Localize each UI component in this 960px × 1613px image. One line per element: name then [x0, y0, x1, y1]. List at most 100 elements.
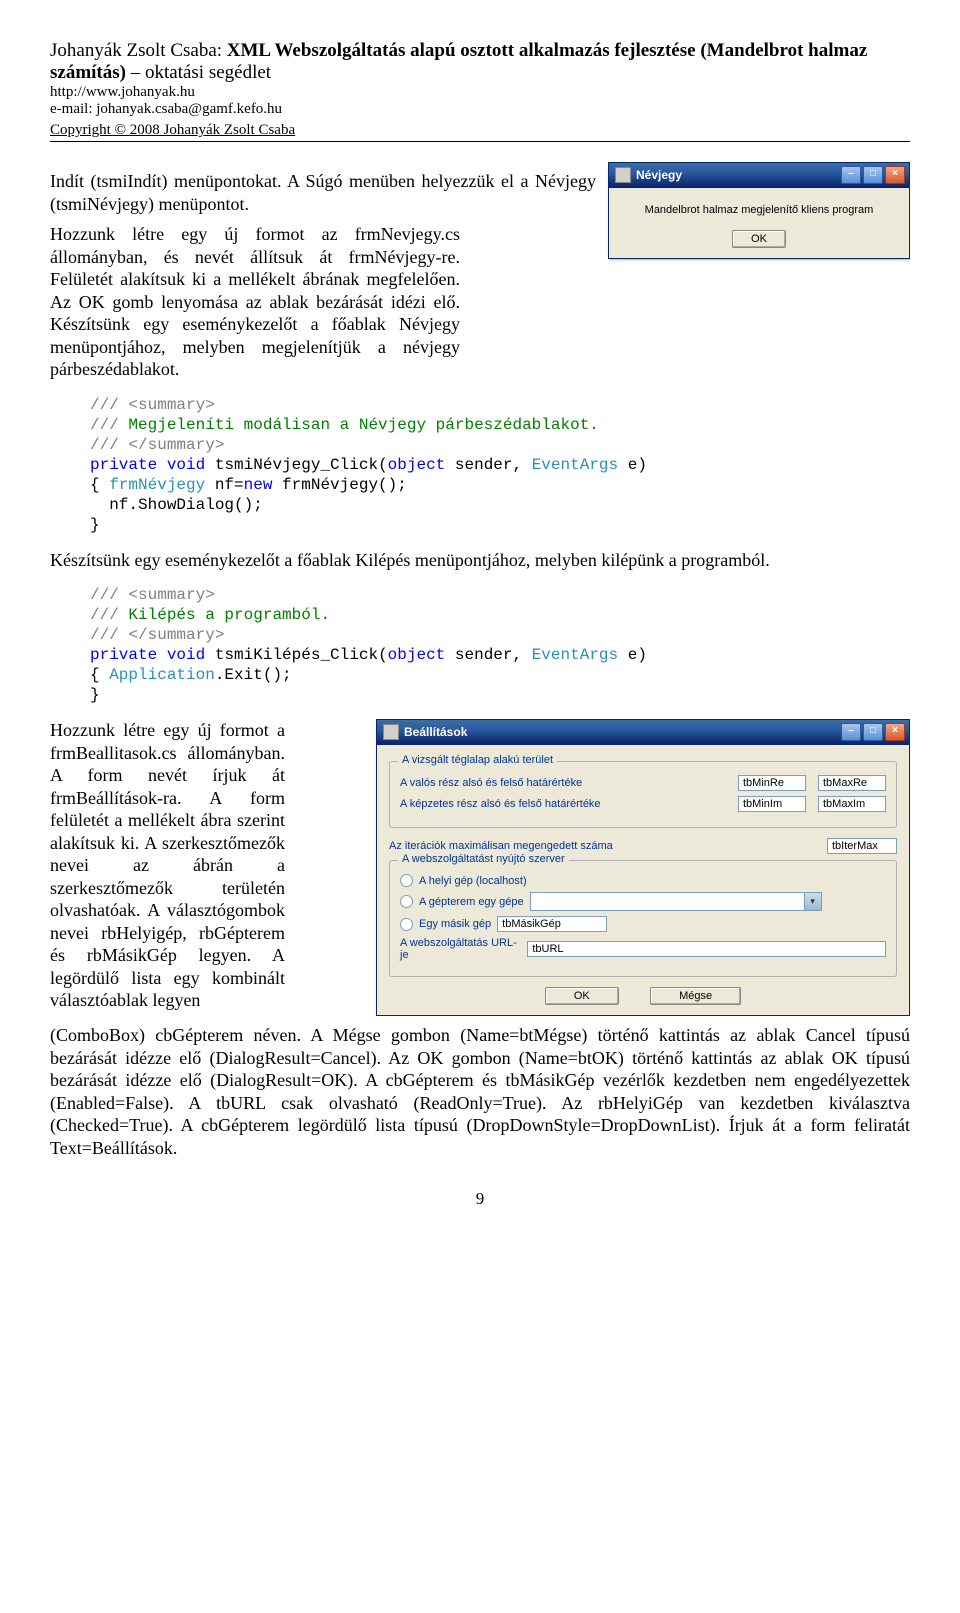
- maximize-icon[interactable]: □: [863, 166, 883, 184]
- type: EventArgs: [532, 646, 618, 664]
- cancel-button[interactable]: Mégse: [650, 987, 741, 1005]
- code-block-2: /// <summary> /// Kilépés a programból. …: [90, 585, 910, 705]
- radio-icon[interactable]: [400, 874, 413, 887]
- group-title: A vizsgált téglalap alakú terület: [398, 754, 557, 766]
- cbgepterem-combo[interactable]: ▾: [530, 892, 822, 911]
- tburl-input[interactable]: [527, 941, 886, 957]
- radio-label: A helyi gép (localhost): [419, 875, 527, 887]
- code-comment: /// <summary>: [90, 396, 215, 414]
- tbitermax-input[interactable]: [827, 838, 897, 854]
- title-line: Johanyák Zsolt Csaba: XML Webszolgáltatá…: [50, 40, 910, 84]
- tbmasikgep-input[interactable]: [497, 916, 607, 932]
- author-name: Johanyák Zsolt Csaba:: [50, 40, 227, 61]
- nevjegy-window: Névjegy – □ × Mandelbrot halmaz megjelen…: [608, 162, 910, 259]
- tbminre-input[interactable]: [738, 775, 806, 791]
- rb-localhost[interactable]: A helyi gép (localhost): [400, 874, 886, 887]
- section-nevjegy: Névjegy – □ × Mandelbrot halmaz megjelen…: [50, 162, 910, 381]
- kw: void: [167, 456, 205, 474]
- para-3a: Hozzunk létre egy új formot a frmBeallit…: [50, 719, 285, 1012]
- rb-gepterem[interactable]: A gépterem egy gépe ▾: [400, 892, 886, 911]
- kw: private: [90, 456, 157, 474]
- code-text: nf=: [205, 476, 243, 494]
- header-url: http://www.johanyak.hu: [50, 84, 910, 101]
- code-text: e): [618, 646, 647, 664]
- para-2: Készítsünk egy eseménykezelőt a főablak …: [50, 549, 910, 572]
- app-icon: [615, 167, 631, 183]
- minimize-icon[interactable]: –: [841, 166, 861, 184]
- code-text: nf.ShowDialog();: [90, 496, 263, 514]
- code-text: frmNévjegy();: [272, 476, 406, 494]
- button-row: OK Mégse: [389, 987, 897, 1005]
- radio-label: Egy másik gép: [419, 918, 491, 930]
- label: A képzetes rész alsó és felső határérték…: [400, 798, 732, 810]
- code-text: e): [618, 456, 647, 474]
- code-text: tsmiKilépés_Click(: [205, 646, 387, 664]
- code-text: {: [90, 666, 109, 684]
- code-comment: Megjeleníti modálisan a Névjegy párbeszé…: [119, 416, 599, 434]
- code-text: sender,: [445, 646, 531, 664]
- radio-icon[interactable]: [400, 918, 413, 931]
- tbmaxim-input[interactable]: [818, 796, 886, 812]
- maximize-icon[interactable]: □: [863, 723, 883, 741]
- close-icon[interactable]: ×: [885, 166, 905, 184]
- nevjegy-body: Mandelbrot halmaz megjelenítő kliens pro…: [609, 188, 909, 258]
- kw: private: [90, 646, 157, 664]
- type: Application: [109, 666, 215, 684]
- code-text: .Exit();: [215, 666, 292, 684]
- code-text: sender,: [445, 456, 531, 474]
- code-text: }: [90, 516, 100, 534]
- row-real: A valós rész alsó és felső határértéke: [400, 775, 886, 791]
- code-block-1: /// <summary> /// Megjeleníti modálisan …: [90, 395, 910, 535]
- type: frmNévjegy: [109, 476, 205, 494]
- para-3b: (ComboBox) cbGépterem néven. A Mégse gom…: [50, 1024, 910, 1159]
- code-comment: ///: [90, 416, 119, 434]
- kw: void: [167, 646, 205, 664]
- page-number: 9: [50, 1189, 910, 1209]
- title-rest: – oktatási segédlet: [131, 62, 271, 83]
- ok-button[interactable]: OK: [545, 987, 619, 1005]
- header-copyright: Copyright © 2008 Johanyák Zsolt Csaba: [50, 122, 910, 142]
- code-text: tsmiNévjegy_Click(: [205, 456, 387, 474]
- ok-button[interactable]: OK: [732, 230, 786, 248]
- code-text: }: [90, 686, 100, 704]
- row-itermax: Az iterációk maximálisan megengedett szá…: [389, 838, 897, 854]
- group-teglalap: A vizsgált téglalap alakú terület A való…: [389, 761, 897, 828]
- type: EventArgs: [532, 456, 618, 474]
- nevjegy-titlebar[interactable]: Névjegy – □ ×: [609, 163, 909, 188]
- row-imag: A képzetes rész alsó és felső határérték…: [400, 796, 886, 812]
- code-comment: /// </summary>: [90, 626, 224, 644]
- group-szerver: A webszolgáltatást nyújtó szerver A hely…: [389, 860, 897, 977]
- label: A valós rész alsó és felső határértéke: [400, 777, 732, 789]
- beallitasok-body: A vizsgált téglalap alakú terület A való…: [377, 745, 909, 1015]
- code-comment: ///: [90, 606, 119, 624]
- row-url: A webszolgáltatás URL-je: [400, 937, 886, 961]
- minimize-icon[interactable]: –: [841, 723, 861, 741]
- code-comment: /// <summary>: [90, 586, 215, 604]
- code-comment: Kilépés a programból.: [119, 606, 330, 624]
- tbminim-input[interactable]: [738, 796, 806, 812]
- radio-icon[interactable]: [400, 895, 413, 908]
- document-header: Johanyák Zsolt Csaba: XML Webszolgáltatá…: [50, 40, 910, 142]
- tbmaxre-input[interactable]: [818, 775, 886, 791]
- code-text: {: [90, 476, 109, 494]
- radio-label: A gépterem egy gépe: [419, 896, 524, 908]
- nevjegy-title: Névjegy: [636, 168, 682, 182]
- code-comment: /// </summary>: [90, 436, 224, 454]
- kw: new: [244, 476, 273, 494]
- nevjegy-message: Mandelbrot halmaz megjelenítő kliens pro…: [621, 204, 897, 216]
- label: A webszolgáltatás URL-je: [400, 937, 521, 961]
- beallitasok-window: Beállítások – □ × A vizsgált téglalap al…: [376, 719, 910, 1016]
- beallitasok-titlebar[interactable]: Beállítások – □ ×: [377, 720, 909, 745]
- group-title: A webszolgáltatást nyújtó szerver: [398, 853, 569, 865]
- section-beallitasok: Beállítások – □ × A vizsgált téglalap al…: [50, 719, 910, 1016]
- kw: object: [388, 456, 446, 474]
- kw: object: [388, 646, 446, 664]
- app-icon: [383, 724, 399, 740]
- beallitasok-title: Beállítások: [404, 725, 467, 739]
- label: Az iterációk maximálisan megengedett szá…: [389, 840, 827, 852]
- rb-masikgep[interactable]: Egy másik gép: [400, 916, 886, 932]
- para-1b: Hozzunk létre egy új formot az frmNevjeg…: [50, 223, 460, 381]
- chevron-down-icon[interactable]: ▾: [804, 893, 821, 910]
- close-icon[interactable]: ×: [885, 723, 905, 741]
- header-email: e-mail: johanyak.csaba@gamf.kefo.hu: [50, 101, 910, 118]
